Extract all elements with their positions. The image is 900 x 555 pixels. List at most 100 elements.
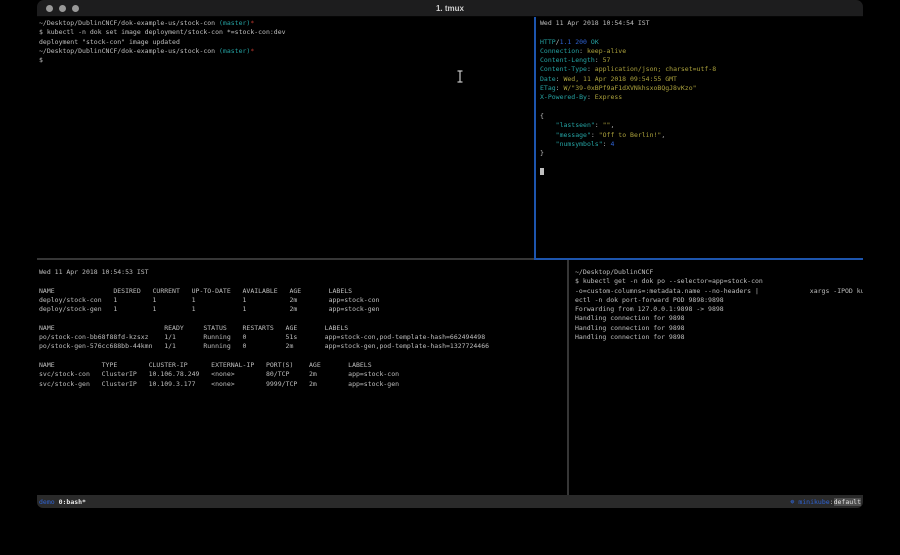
tmux-session-area: ~/Desktop/DublinCNCF/dok-example-us/stoc… [37, 17, 863, 495]
terminal-line [540, 28, 863, 37]
terminal-line: "lastseen": "", [540, 121, 863, 130]
text-segment: NAME READY STATUS RESTARTS AGE LABELS [39, 324, 348, 332]
text-segment: Wed, 11 Apr 2018 09:54:55 GMT [563, 75, 677, 83]
pane-port-forward[interactable]: ~/Desktop/DublinCNCF$ kubectl get -n dok… [569, 260, 863, 495]
terminal-line: $ kubectl get -n dok po --selector=app=s… [575, 277, 863, 286]
text-segment: 1.1 200 [560, 38, 587, 46]
text-segment: deployment "stock-con" image updated [39, 38, 180, 46]
terminal-line: Handling connection for 9898 [575, 314, 863, 323]
text-segment: W/"39-0xBPf9aF1dXVNkhsxoBQgJ8vKzo" [563, 84, 696, 92]
terminal-line: $ [39, 56, 534, 65]
text-segment: po/stock-con-bb68f88fd-kzsxz 1/1 Running… [39, 333, 485, 341]
pane-shell-stock-con[interactable]: ~/Desktop/DublinCNCF/dok-example-us/stoc… [37, 17, 534, 258]
window-title: 1. tmux [37, 4, 863, 13]
text-segment: $ [39, 56, 43, 64]
mouse-ibeam-cursor [456, 70, 464, 83]
text-segment: "lastseen" [556, 121, 595, 129]
terminal-line: ~/Desktop/DublinCNCF [575, 268, 863, 277]
terminal-line [39, 277, 567, 286]
terminal-line [39, 352, 567, 361]
text-segment [540, 121, 556, 129]
text-segment: : [830, 498, 834, 506]
text-segment: : [579, 47, 587, 55]
terminal-line: Wed 11 Apr 2018 10:54:54 IST [540, 19, 863, 28]
terminal-line [540, 103, 863, 112]
text-segment: Content-Type [540, 65, 587, 73]
text-cursor [540, 168, 544, 175]
text-segment: } [540, 149, 544, 157]
text-segment [540, 140, 556, 148]
text-segment: svc/stock-con ClusterIP 10.106.78.249 <n… [39, 370, 399, 378]
terminal-window: 1. tmux ~/Desktop/DublinCNCF/dok-example… [37, 0, 863, 508]
text-segment: : [595, 121, 603, 129]
terminal-line: Content-Type: application/json; charset=… [540, 65, 863, 74]
text-segment: (master) [219, 19, 250, 27]
terminal-line: ETag: W/"39-0xBPf9aF1dXVNkhsxoBQgJ8vKzo" [540, 84, 863, 93]
text-segment: : [587, 65, 595, 73]
terminal-line: deploy/stock-con 1 1 1 1 2m app=stock-co… [39, 296, 567, 305]
terminal-line: Handling connection for 9898 [575, 333, 863, 342]
text-segment: Forwarding from 127.0.0.1:9898 -> 9898 [575, 305, 724, 313]
terminal-line: po/stock-con-bb68f88fd-kzsxz 1/1 Running… [39, 333, 567, 342]
pane-divider-vertical-top-active[interactable] [534, 17, 536, 258]
terminal-line: "numsymbols": 4 [540, 140, 863, 149]
text-segment: ETag [540, 84, 556, 92]
text-segment: po/stock-gen-576cc688bb-44kmn 1/1 Runnin… [39, 342, 489, 350]
terminal-line: Content-Length: 57 [540, 56, 863, 65]
terminal-line: ~/Desktop/DublinCNCF/dok-example-us/stoc… [39, 47, 534, 56]
terminal-line: ectl -n dok port-forward POD 9898:9898 [575, 296, 863, 305]
terminal-line: NAME DESIRED CURRENT UP-TO-DATE AVAILABL… [39, 287, 567, 296]
terminal-line: $ kubectl -n dok set image deployment/st… [39, 28, 534, 37]
terminal-line: NAME READY STATUS RESTARTS AGE LABELS [39, 324, 567, 333]
text-segment: keep-alive [587, 47, 626, 55]
text-segment: Wed 11 Apr 2018 10:54:54 IST [540, 19, 650, 27]
pane-divider-horizontal-left[interactable] [37, 258, 534, 260]
pane-divider-horizontal-right-active[interactable] [534, 258, 863, 260]
text-segment: NAME DESIRED CURRENT UP-TO-DATE AVAILABL… [39, 287, 352, 295]
terminal-line: Forwarding from 127.0.0.1:9898 -> 9898 [575, 305, 863, 314]
terminal-line: ~/Desktop/DublinCNCF/dok-example-us/stoc… [39, 19, 534, 28]
text-segment: Handling connection for 9898 [575, 333, 685, 341]
terminal-line: } [540, 149, 863, 158]
text-segment: 57 [603, 56, 611, 64]
text-segment: 0:bash* [59, 498, 86, 506]
text-segment: ~/Desktop/DublinCNCF/dok-example-us/stoc… [39, 47, 219, 55]
pane-divider-vertical-bottom[interactable] [567, 260, 569, 495]
terminal-line: X-Powered-By: Express [540, 93, 863, 102]
pane-http-response[interactable]: Wed 11 Apr 2018 10:54:54 IST HTTP/1.1 20… [536, 17, 863, 258]
text-segment: "message" [556, 131, 591, 139]
text-segment: * [250, 47, 254, 55]
pane-kubectl-resources[interactable]: Wed 11 Apr 2018 10:54:53 IST NAME DESIRE… [37, 260, 567, 495]
terminal-line: NAME TYPE CLUSTER-IP EXTERNAL-IP PORT(S)… [39, 361, 567, 370]
text-segment: OK [591, 38, 599, 46]
terminal-line: deployment "stock-con" image updated [39, 38, 534, 47]
text-segment: $ kubectl get -n dok po --selector=app=s… [575, 277, 763, 285]
text-segment: X-Powered-By [540, 93, 587, 101]
text-segment: default [834, 498, 861, 506]
terminal-line: Date: Wed, 11 Apr 2018 09:54:55 GMT [540, 75, 863, 84]
text-segment: Express [595, 93, 622, 101]
terminal-line: svc/stock-gen ClusterIP 10.109.3.177 <no… [39, 380, 567, 389]
terminal-line: Handling connection for 9898 [575, 324, 863, 333]
text-segment: $ kubectl -n dok set image deployment/st… [39, 28, 286, 36]
terminal-line [540, 168, 863, 177]
status-session-and-window[interactable]: demo 0:bash* [39, 498, 86, 506]
text-segment: Handling connection for 9898 [575, 324, 685, 332]
text-segment: deploy/stock-gen 1 1 1 1 2m app=stock-ge… [39, 305, 379, 313]
terminal-line: HTTP/1.1 200 OK [540, 38, 863, 47]
text-segment: NAME TYPE CLUSTER-IP EXTERNAL-IP PORT(S)… [39, 361, 372, 369]
text-segment: : [587, 93, 595, 101]
text-segment: Date [540, 75, 556, 83]
terminal-line: Connection: keep-alive [540, 47, 863, 56]
text-segment: ~/Desktop/DublinCNCF [575, 268, 653, 276]
terminal-line: -o=custom-columns=:metadata.name --no-he… [575, 287, 863, 296]
text-segment: , [661, 131, 665, 139]
text-segment: Content-Length [540, 56, 595, 64]
tmux-status-bar: demo 0:bash* ☸ minikube:default [37, 495, 863, 508]
window-titlebar[interactable]: 1. tmux [37, 0, 863, 17]
text-segment: Handling connection for 9898 [575, 314, 685, 322]
text-segment: Connection [540, 47, 579, 55]
terminal-line: Wed 11 Apr 2018 10:54:53 IST [39, 268, 567, 277]
terminal-line: "message": "Off to Berlin!", [540, 131, 863, 140]
text-segment: { [540, 112, 544, 120]
